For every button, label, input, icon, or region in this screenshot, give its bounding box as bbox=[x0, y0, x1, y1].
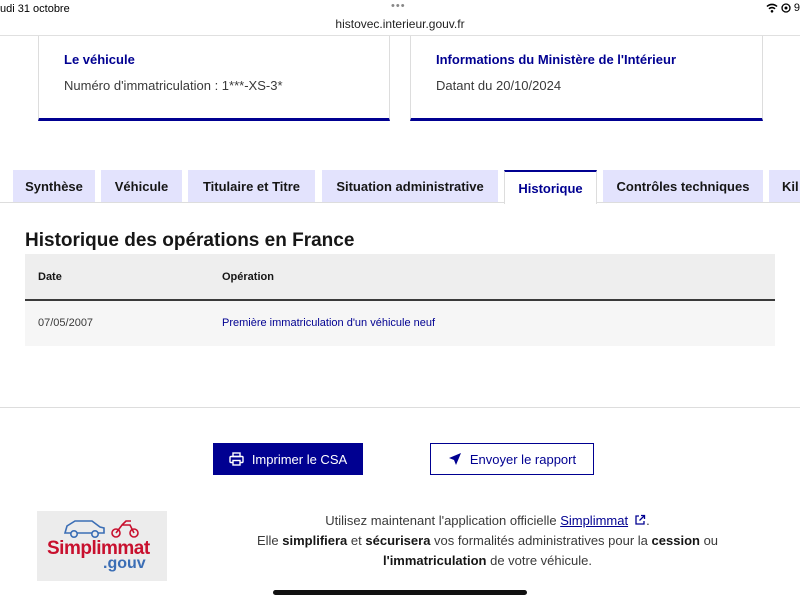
status-bar: udi 31 octobre ••• histovec.interieur.go… bbox=[0, 0, 800, 36]
print-csa-button[interactable]: Imprimer le CSA bbox=[213, 443, 363, 475]
table-row: 07/05/2007 Première immatriculation d'un… bbox=[25, 301, 775, 346]
simplimmat-link[interactable]: Simplimmat bbox=[560, 513, 628, 528]
tab-titulaire[interactable]: Titulaire et Titre bbox=[188, 170, 315, 202]
tab-kilometrage[interactable]: Kil bbox=[769, 170, 800, 202]
car-icon bbox=[63, 520, 139, 539]
column-header-operation: Opération bbox=[222, 271, 274, 283]
promo-text: Elle bbox=[256, 533, 283, 548]
vehicle-card: Le véhicule Numéro d'immatriculation : 1… bbox=[38, 36, 390, 121]
more-dots-icon[interactable]: ••• bbox=[391, 0, 406, 12]
tab-vehicule[interactable]: Véhicule bbox=[101, 170, 182, 202]
promo-text: Utilisez maintenant l'application offici… bbox=[325, 513, 561, 528]
page-title: Historique des opérations en France bbox=[25, 230, 355, 251]
send-report-button[interactable]: Envoyer le rapport bbox=[430, 443, 594, 475]
home-indicator[interactable] bbox=[273, 590, 527, 595]
promo-text: . bbox=[646, 513, 650, 528]
location-icon bbox=[781, 3, 791, 13]
logo-gouv-text: .gouv bbox=[103, 555, 146, 572]
promo-text: de votre véhicule. bbox=[486, 553, 592, 568]
tab-historique[interactable]: Historique bbox=[504, 170, 597, 204]
simplimmat-logo[interactable]: Simplimmat .gouv bbox=[37, 511, 167, 581]
vehicle-card-title: Le véhicule bbox=[64, 52, 135, 67]
ministry-card: Informations du Ministère de l'Intérieur… bbox=[410, 36, 763, 121]
data-date: Datant du 20/10/2024 bbox=[436, 78, 562, 93]
external-link-icon[interactable] bbox=[634, 514, 646, 526]
ministry-card-title: Informations du Ministère de l'Intérieur bbox=[436, 52, 677, 67]
send-arrow-icon bbox=[448, 453, 461, 465]
promo-text: ou bbox=[699, 533, 719, 548]
table-header: Date Opération bbox=[25, 254, 775, 301]
promo-line-1: Utilisez maintenant l'application offici… bbox=[220, 511, 755, 531]
promo-bold: l'immatriculation bbox=[382, 553, 487, 568]
motorbike-icon bbox=[111, 520, 139, 538]
tab-situation-administrative[interactable]: Situation administrative bbox=[322, 170, 498, 202]
printer-icon bbox=[229, 452, 244, 466]
promo-text: vos formalités administratives pour la bbox=[430, 533, 652, 548]
registration-number: Numéro d'immatriculation : 1***-XS-3* bbox=[64, 78, 283, 93]
send-report-label: Envoyer le rapport bbox=[469, 451, 577, 467]
history-table: Date Opération 07/05/2007 Première immat… bbox=[25, 254, 775, 346]
promo-line-2: Elle simplifiera et sécurisera vos forma… bbox=[220, 531, 755, 551]
row-operation: Première immatriculation d'un véhicule n… bbox=[222, 317, 436, 329]
history-panel: Historique des opérations en France Date… bbox=[0, 202, 800, 408]
wifi-icon bbox=[766, 3, 778, 13]
tab-synthese[interactable]: Synthèse bbox=[13, 170, 95, 202]
row-date: 07/05/2007 bbox=[38, 317, 94, 329]
tab-controles-techniques[interactable]: Contrôles techniques bbox=[603, 170, 763, 202]
promo-bold: cession bbox=[651, 533, 700, 548]
promo-line-3: l'immatriculation de votre véhicule. bbox=[220, 551, 755, 571]
simplimmat-promo: Utilisez maintenant l'application offici… bbox=[220, 511, 755, 571]
status-date: udi 31 octobre bbox=[0, 3, 70, 15]
promo-text: et bbox=[347, 533, 366, 548]
battery-glyph: 9 bbox=[793, 2, 800, 14]
promo-bold: simplifiera bbox=[282, 533, 348, 548]
column-header-date: Date bbox=[38, 271, 62, 283]
status-icons: 9 bbox=[766, 2, 800, 14]
print-csa-label: Imprimer le CSA bbox=[251, 451, 348, 467]
tab-bar: Synthèse Véhicule Titulaire et Titre Sit… bbox=[0, 170, 800, 204]
url-bar[interactable]: histovec.interieur.gouv.fr bbox=[0, 17, 800, 31]
promo-bold: sécurisera bbox=[365, 533, 431, 548]
